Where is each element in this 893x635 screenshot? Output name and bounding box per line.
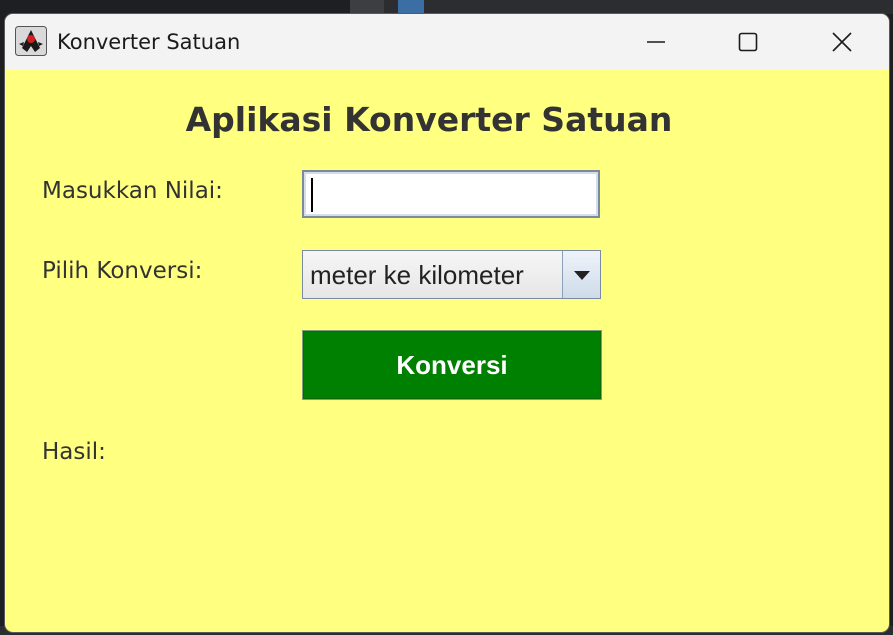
java-duke-icon (15, 26, 47, 56)
close-button[interactable] (795, 14, 889, 70)
conversion-select[interactable]: meter ke kilometer (302, 250, 601, 299)
dropdown-arrow-button[interactable] (562, 251, 600, 298)
value-label: Masukkan Nilai: (42, 178, 223, 204)
chevron-down-icon (573, 270, 590, 280)
title-bar[interactable]: Konverter Satuan (5, 14, 889, 70)
window-title: Konverter Satuan (57, 30, 241, 54)
minimize-icon (647, 41, 665, 43)
convert-button[interactable]: Konversi (302, 330, 602, 400)
conversion-selected-value: meter ke kilometer (310, 260, 524, 290)
conversion-label: Pilih Konversi: (42, 258, 203, 284)
value-input[interactable] (302, 170, 600, 218)
text-caret (311, 178, 313, 212)
background-editor-strip (350, 0, 893, 14)
form-panel: Aplikasi Konverter Satuan Masukkan Nilai… (5, 70, 889, 632)
close-icon (832, 32, 852, 52)
maximize-button[interactable] (701, 14, 795, 70)
minimize-button[interactable] (609, 14, 703, 70)
maximize-icon (738, 32, 758, 52)
result-label: Hasil: (42, 439, 106, 465)
app-window: Konverter Satuan Aplikasi Konverter Satu… (5, 14, 889, 632)
page-title: Aplikasi Konverter Satuan (185, 100, 673, 139)
